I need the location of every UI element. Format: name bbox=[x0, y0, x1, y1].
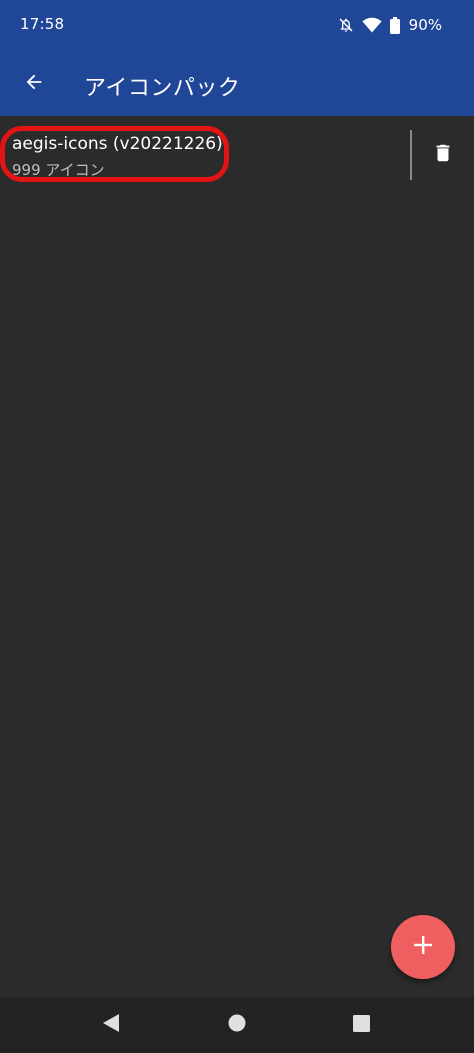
arrow-back-icon bbox=[23, 71, 45, 97]
back-button[interactable] bbox=[14, 64, 54, 104]
wifi-icon bbox=[362, 17, 382, 33]
nav-back-button[interactable] bbox=[93, 1007, 129, 1043]
item-divider bbox=[410, 130, 412, 180]
icon-pack-item[interactable]: aegis-icons (v20221226) 999 アイコン bbox=[0, 116, 474, 194]
status-icons: 90% bbox=[338, 15, 442, 35]
battery-percent: 90% bbox=[408, 16, 442, 34]
screen: 17:58 90% アイコンパック aegis-icons (v20221226… bbox=[0, 0, 474, 1053]
nav-home-icon bbox=[228, 1014, 246, 1036]
status-time: 17:58 bbox=[20, 15, 65, 33]
plus-icon bbox=[413, 935, 433, 959]
nav-recents-button[interactable] bbox=[343, 1007, 379, 1043]
add-icon-pack-button[interactable] bbox=[391, 915, 455, 979]
trash-icon bbox=[432, 141, 454, 169]
notifications-off-icon bbox=[338, 16, 354, 34]
status-bar: 17:58 90% bbox=[0, 0, 474, 52]
delete-icon-pack-button[interactable] bbox=[424, 136, 462, 174]
battery-icon bbox=[389, 16, 400, 34]
icon-pack-count: 999 アイコン bbox=[12, 161, 105, 179]
navigation-bar bbox=[0, 997, 474, 1053]
page-title: アイコンパック bbox=[84, 76, 241, 101]
top-bar: 17:58 90% アイコンパック bbox=[0, 0, 474, 116]
nav-back-icon bbox=[102, 1013, 120, 1037]
app-bar: アイコンパック bbox=[0, 52, 474, 116]
nav-home-button[interactable] bbox=[219, 1007, 255, 1043]
icon-pack-title: aegis-icons (v20221226) bbox=[12, 134, 223, 154]
icon-pack-text: aegis-icons (v20221226) 999 アイコン bbox=[12, 134, 223, 180]
nav-recents-icon bbox=[352, 1014, 370, 1036]
